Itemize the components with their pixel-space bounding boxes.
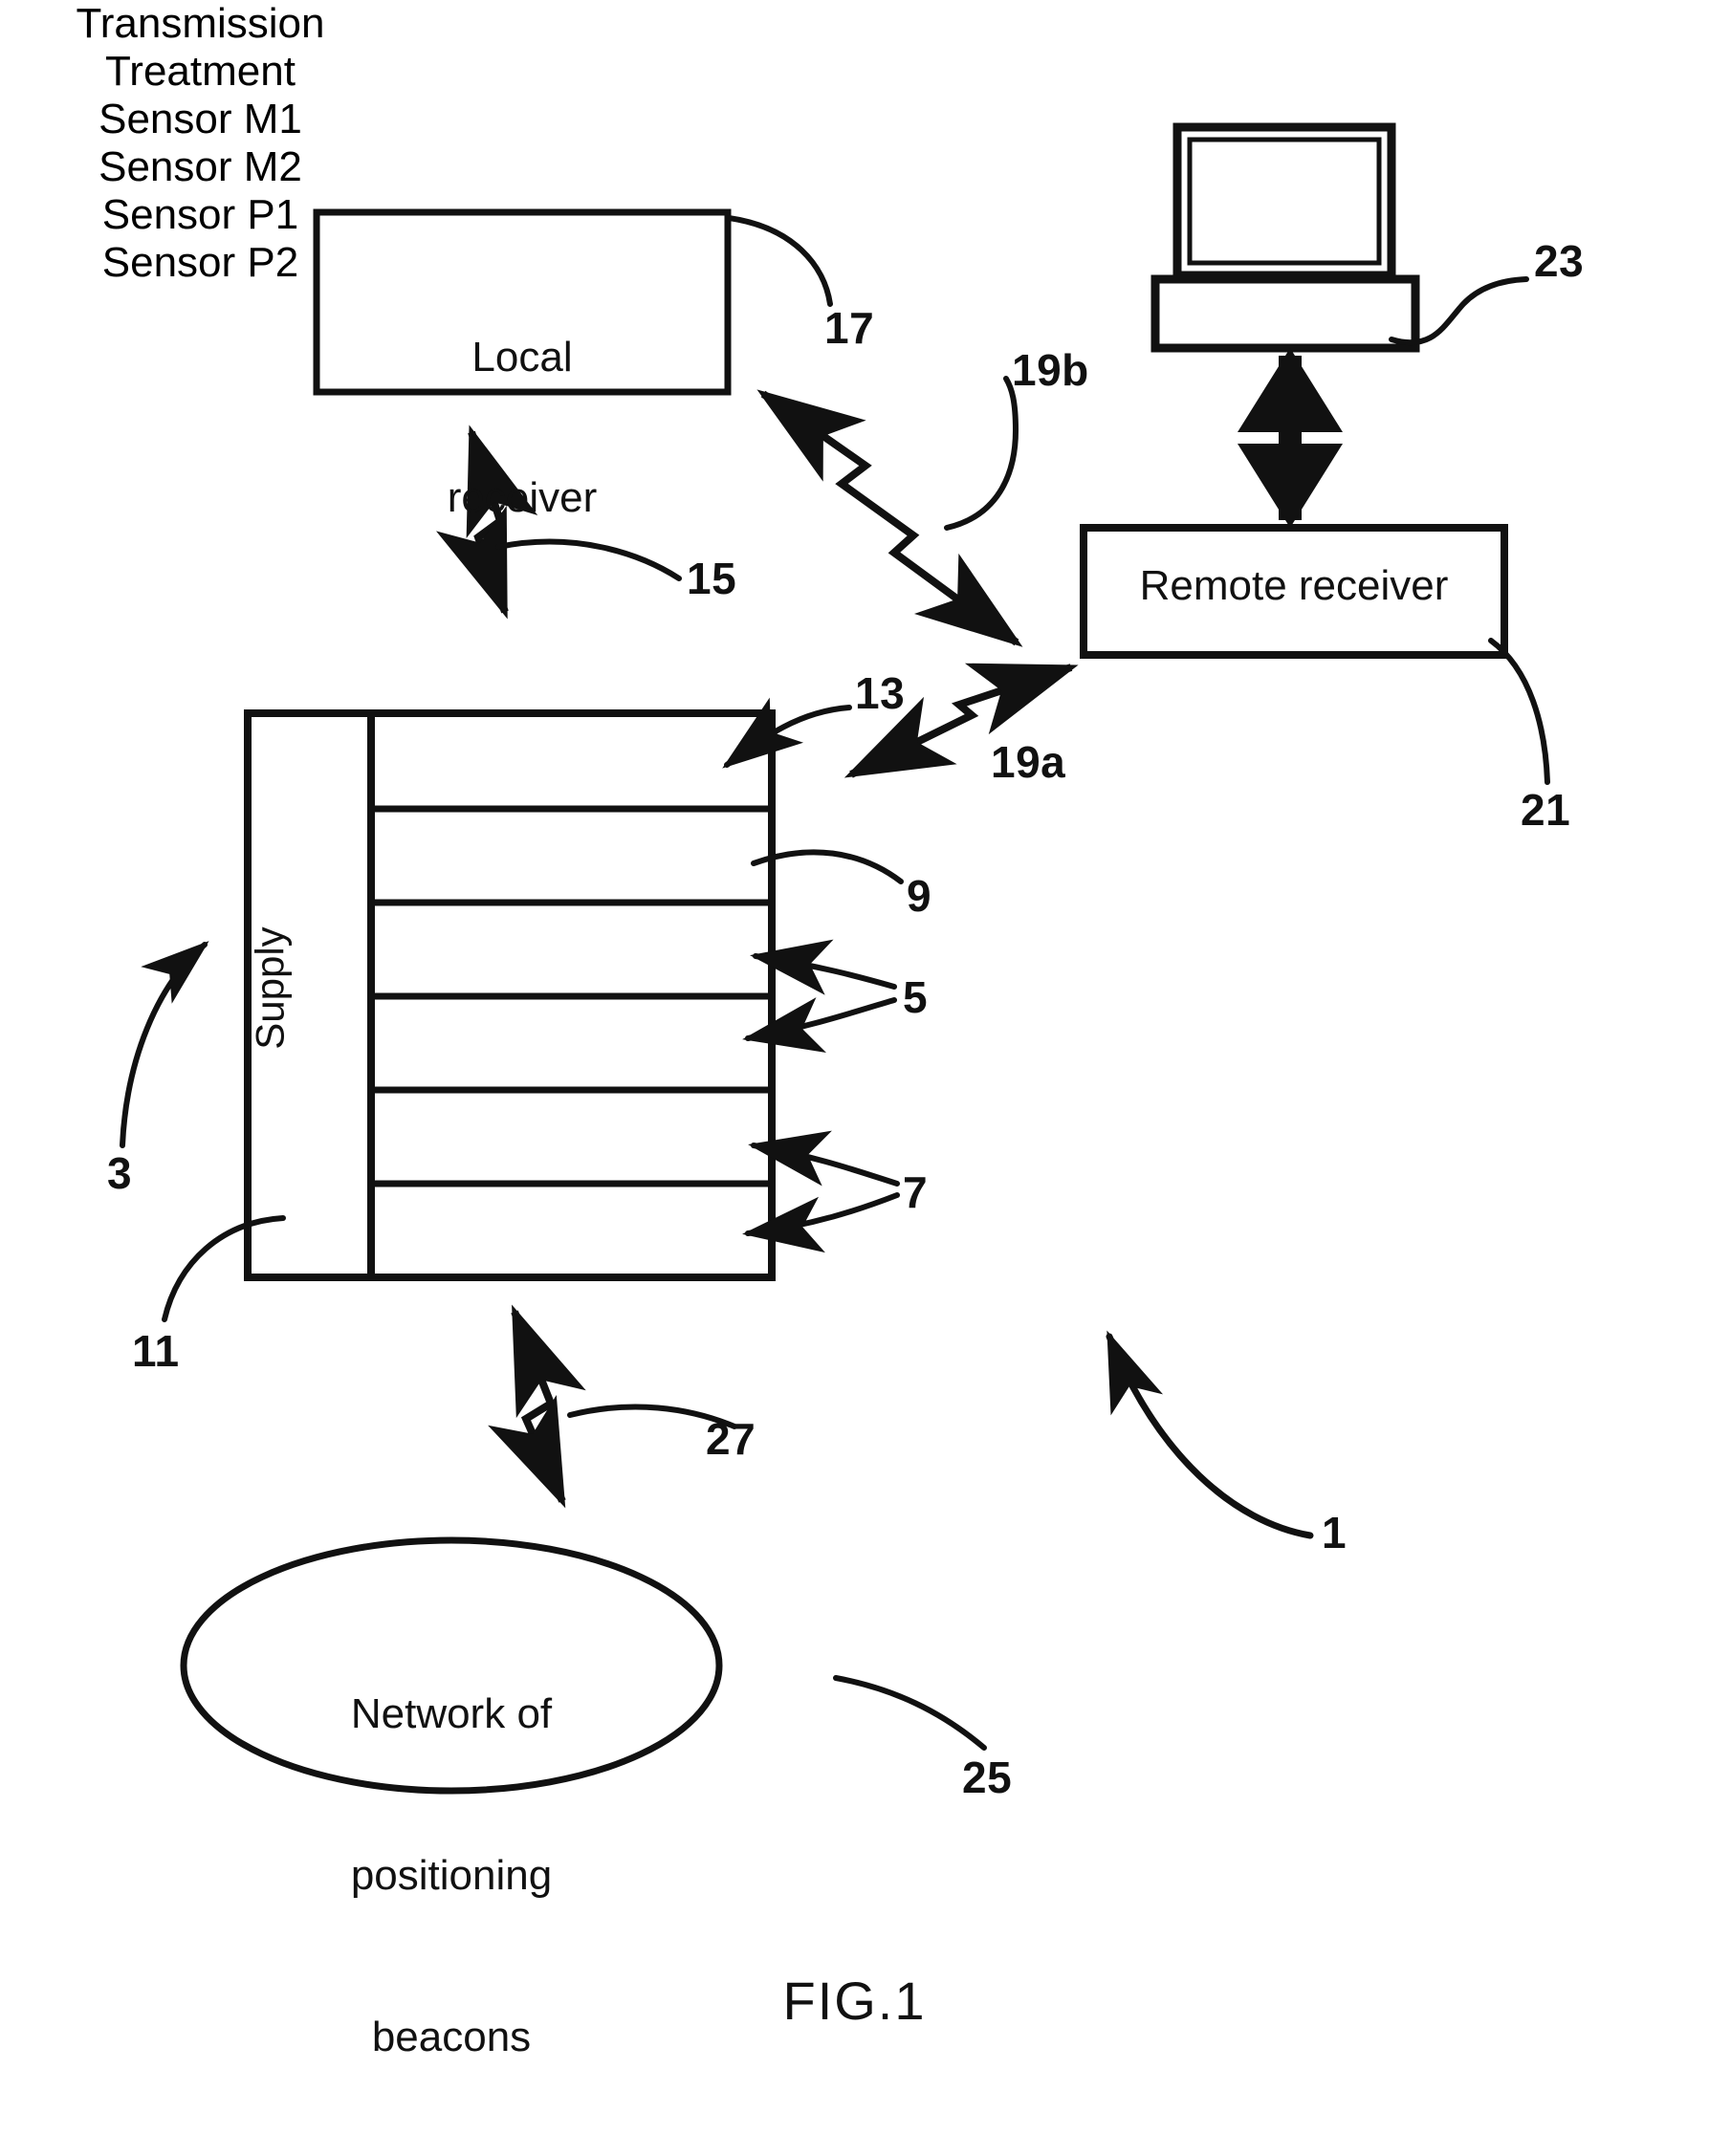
beacon-label-line2: positioning bbox=[350, 1851, 553, 1899]
ref-27: 27 bbox=[706, 1414, 756, 1464]
ref-15: 15 bbox=[687, 554, 737, 603]
ref-1: 1 bbox=[1322, 1508, 1347, 1557]
supply-label: Supply bbox=[247, 926, 293, 1050]
ref-9: 9 bbox=[907, 871, 932, 921]
patent-figure-page: Local receiver 17 23 Remote receiver 21 … bbox=[0, 0, 1709, 2156]
ref-17: 17 bbox=[824, 303, 875, 353]
laptop-computer-icon bbox=[1150, 122, 1420, 353]
leader-line-3 bbox=[120, 941, 209, 1148]
ref-19a: 19a bbox=[991, 737, 1066, 787]
ref-25: 25 bbox=[962, 1753, 1013, 1802]
leader-line-25 bbox=[833, 1675, 987, 1751]
local-receiver-label: Local receiver bbox=[317, 239, 728, 616]
leader-line-21 bbox=[1488, 638, 1550, 785]
computer-remote-link-arrow bbox=[1238, 348, 1343, 528]
ref-3: 3 bbox=[107, 1148, 133, 1198]
leader-line-17 bbox=[726, 215, 833, 307]
ref-23: 23 bbox=[1534, 236, 1585, 286]
leader-line-1 bbox=[1106, 1330, 1314, 1539]
local-receiver-label-line1: Local bbox=[471, 333, 573, 381]
leader-line-19b bbox=[944, 376, 1019, 531]
leader-line-9 bbox=[751, 849, 904, 884]
ref-5: 5 bbox=[903, 972, 929, 1022]
ref-13: 13 bbox=[855, 668, 906, 718]
rf-link-27 bbox=[488, 1304, 586, 1509]
ref-7: 7 bbox=[903, 1167, 929, 1217]
rf-link-19b bbox=[756, 389, 1023, 647]
beacon-label-line1: Network of bbox=[350, 1689, 553, 1737]
remote-receiver-label: Remote receiver bbox=[1139, 562, 1449, 609]
ref-19b: 19b bbox=[1012, 345, 1089, 395]
local-receiver-label-line2: receiver bbox=[447, 474, 598, 522]
beacon-network-label: Network of positioning beacons bbox=[241, 1579, 662, 2156]
ref-21: 21 bbox=[1521, 785, 1571, 835]
ref-11: 11 bbox=[132, 1326, 180, 1376]
figure-caption: FIG.1 bbox=[782, 1971, 927, 2031]
